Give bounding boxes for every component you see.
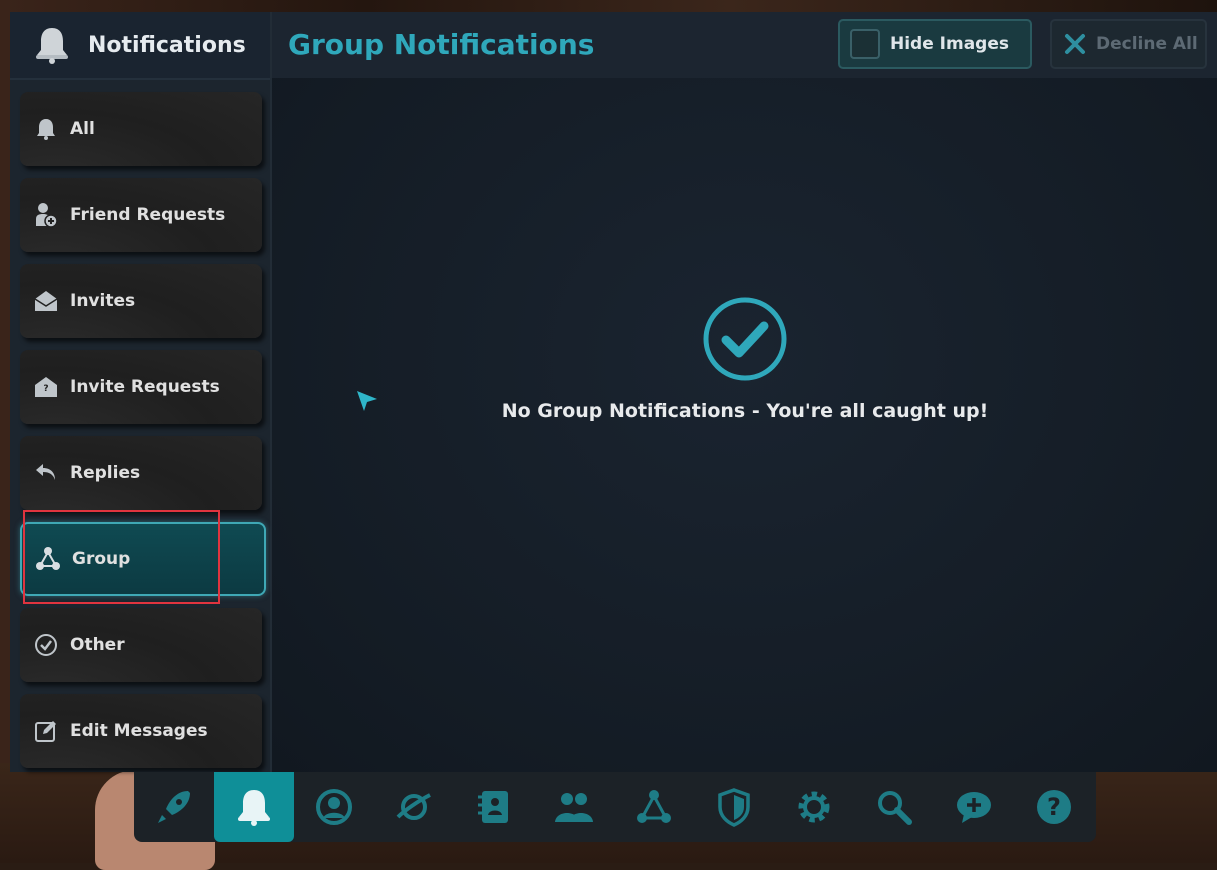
bell-icon <box>32 115 60 143</box>
group-nodes-icon <box>637 790 671 823</box>
sidebar-item-all[interactable]: All <box>20 92 262 166</box>
settings-button[interactable] <box>774 772 854 842</box>
notifications-window: Notifications All Friend Requests Invite… <box>10 12 1217 772</box>
profile-button[interactable] <box>294 772 374 842</box>
notifications-content <box>272 78 1217 772</box>
reply-icon <box>32 459 60 487</box>
sidebar-item-label: Invites <box>70 291 136 311</box>
sidebar-title: Notifications <box>88 32 246 58</box>
empty-state-message: No Group Notifications - You're all caug… <box>501 400 989 422</box>
sidebar-item-label: Group <box>72 549 131 569</box>
check-circle-icon <box>32 631 60 659</box>
check-circle-icon <box>703 297 787 381</box>
profile-icon <box>316 789 352 825</box>
hide-images-toggle[interactable]: Hide Images <box>838 19 1032 69</box>
sidebar: Notifications All Friend Requests Invite… <box>10 12 272 772</box>
sidebar-item-friend-requests[interactable]: Friend Requests <box>20 178 262 252</box>
worlds-button[interactable] <box>374 772 454 842</box>
sidebar-item-label: All <box>70 119 95 139</box>
planet-icon <box>396 793 431 820</box>
rocket-icon <box>158 791 190 823</box>
decline-all-button[interactable]: Decline All <box>1050 19 1207 69</box>
bottom-toolbar: ? <box>134 772 1096 842</box>
sidebar-header: Notifications <box>10 12 270 80</box>
decline-all-label: Decline All <box>1096 34 1198 54</box>
help-button[interactable]: ? <box>1014 772 1094 842</box>
close-icon <box>1064 33 1086 55</box>
bell-icon <box>32 25 72 65</box>
group-nodes-icon <box>34 545 62 573</box>
journal-icon <box>478 791 508 823</box>
journal-button[interactable] <box>454 772 534 842</box>
search-icon <box>878 791 912 825</box>
envelope-open-icon <box>32 287 60 315</box>
envelope-question-icon: ? <box>32 373 60 401</box>
sidebar-item-invite-requests[interactable]: ? Invite Requests <box>20 350 262 424</box>
chat-plus-icon <box>957 792 991 823</box>
safety-button[interactable] <box>694 772 774 842</box>
sidebar-item-edit-messages[interactable]: Edit Messages <box>20 694 262 768</box>
edit-icon <box>32 717 60 745</box>
svg-text:?: ? <box>1047 793 1061 821</box>
people-icon <box>555 793 593 822</box>
add-person-icon <box>32 201 60 229</box>
sidebar-item-other[interactable]: Other <box>20 608 262 682</box>
shield-icon <box>718 788 750 827</box>
gear-icon <box>798 791 830 823</box>
chat-button[interactable] <box>934 772 1014 842</box>
bell-icon <box>238 790 270 826</box>
sidebar-item-label: Friend Requests <box>70 205 226 225</box>
sidebar-item-label: Other <box>70 635 125 655</box>
page-title: Group Notifications <box>288 28 595 61</box>
sidebar-item-invites[interactable]: Invites <box>20 264 262 338</box>
sidebar-item-group[interactable]: Group <box>20 522 266 596</box>
rocket-button[interactable] <box>134 772 214 842</box>
search-button[interactable] <box>854 772 934 842</box>
svg-text:?: ? <box>43 384 48 394</box>
help-icon: ? <box>1037 790 1071 824</box>
groups-button[interactable] <box>614 772 694 842</box>
sidebar-item-label: Replies <box>70 463 141 483</box>
sidebar-item-label: Invite Requests <box>70 377 220 397</box>
sidebar-item-label: Edit Messages <box>70 721 208 741</box>
sidebar-item-replies[interactable]: Replies <box>20 436 262 510</box>
pointer-cursor-icon <box>357 391 377 411</box>
hide-images-checkbox[interactable] <box>850 29 880 59</box>
hide-images-label: Hide Images <box>890 34 1009 54</box>
notifications-button[interactable] <box>214 772 294 842</box>
social-button[interactable] <box>534 772 614 842</box>
